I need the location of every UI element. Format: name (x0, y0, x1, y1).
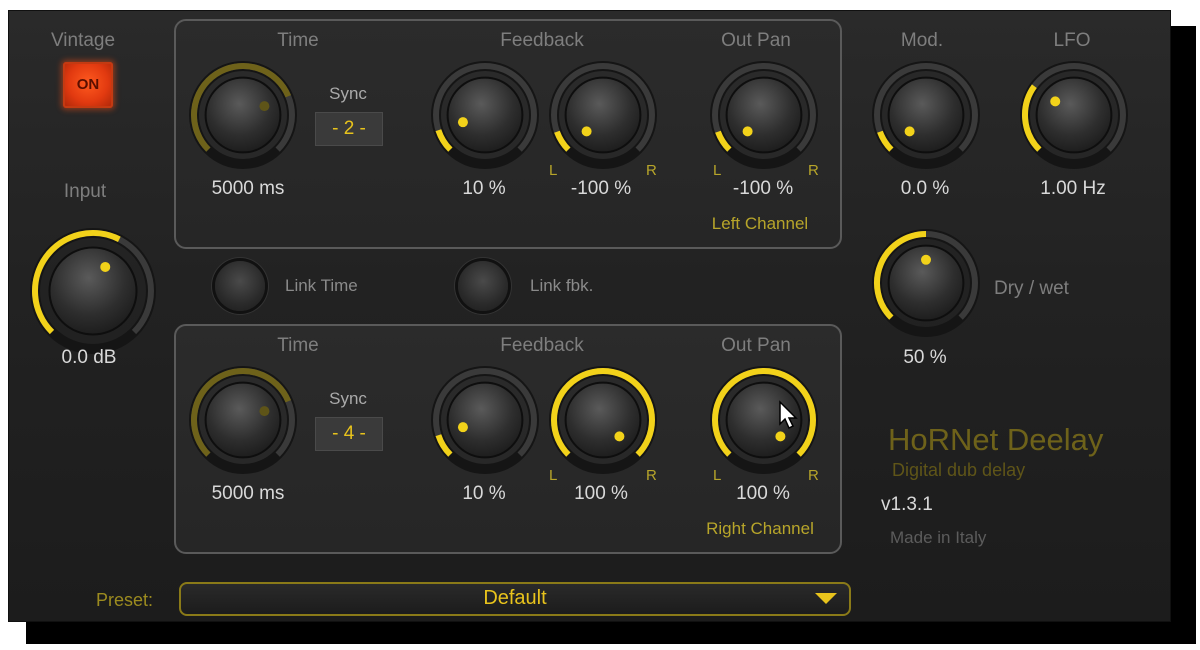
drywet-value: 50 % (903, 347, 947, 368)
left-time-value: 5000 ms (211, 178, 285, 199)
knob-indicator-dot (1050, 96, 1061, 107)
mod-value: 0.0 % (900, 178, 950, 199)
knob-indicator-dot (614, 431, 625, 442)
knob-cap (1035, 76, 1113, 154)
left-outpan-l-label: L (713, 162, 722, 179)
input-value: 0.0 dB (61, 347, 117, 368)
input-label: Input (63, 181, 107, 202)
left-pan-l-label: L (549, 162, 558, 179)
right-pan-knob[interactable] (548, 365, 658, 475)
right-time-value: 5000 ms (211, 483, 285, 504)
input-knob[interactable] (29, 227, 157, 355)
knob-cap (564, 76, 642, 154)
version-label: v1.3.1 (881, 494, 933, 515)
right-pan-value: 100 % (574, 483, 628, 504)
drywet-knob[interactable] (871, 228, 981, 338)
right-sync-label: Sync (329, 389, 367, 408)
left-time-label: Time (277, 30, 319, 51)
right-feedback-value: 10 % (462, 483, 506, 504)
left-outpan-value: -100 % (732, 178, 794, 199)
mouse-cursor-icon (779, 400, 798, 430)
preset-value: Default (483, 587, 547, 609)
link-time-button[interactable] (215, 261, 265, 311)
right-outpan-knob[interactable] (709, 365, 819, 475)
right-time-label: Time (277, 335, 319, 356)
right-pan-l-label: L (549, 467, 558, 484)
mod-knob[interactable] (871, 60, 981, 170)
made-in-label: Made in Italy (890, 528, 987, 547)
knob-indicator-dot (742, 126, 753, 137)
link-feedback-button[interactable] (458, 261, 508, 311)
knob-cap (887, 76, 965, 154)
right-feedback-knob[interactable] (430, 365, 540, 475)
knob-indicator-dot (581, 126, 592, 137)
knob-cap (446, 381, 524, 459)
knob-cap (446, 76, 524, 154)
knob-indicator-dot (775, 431, 786, 442)
knob-indicator-dot (259, 406, 270, 417)
brand-name: HoRNet Deelay (888, 422, 1104, 457)
link-time-label: Link Time (285, 276, 358, 295)
vintage-on-button[interactable]: ON (63, 62, 113, 108)
knob-cap (204, 76, 282, 154)
knob-indicator-dot (100, 261, 111, 272)
left-sync-selector[interactable]: - 2 - (315, 112, 383, 146)
left-outpan-r-label: R (808, 162, 819, 179)
right-outpan-label: Out Pan (721, 335, 791, 356)
right-pan-r-label: R (646, 467, 657, 484)
left-pan-value: -100 % (570, 178, 632, 199)
lfo-label: LFO (1053, 30, 1091, 51)
preset-label: Preset: (96, 590, 154, 610)
plugin-window: Vintage ON Input 0.0 dB Time 5000 ms Syn… (8, 10, 1171, 622)
left-feedback-knob[interactable] (430, 60, 540, 170)
chevron-down-icon[interactable] (815, 593, 837, 604)
left-channel-label: Left Channel (711, 214, 809, 233)
knob-indicator-dot (457, 422, 468, 433)
left-feedback-label: Feedback (500, 30, 584, 51)
left-time-knob[interactable] (188, 60, 298, 170)
vintage-label: Vintage (50, 30, 116, 51)
left-feedback-value: 10 % (462, 178, 506, 199)
left-outpan-label: Out Pan (721, 30, 791, 51)
right-feedback-label: Feedback (500, 335, 584, 356)
left-sync-label: Sync (329, 84, 367, 103)
right-time-knob[interactable] (188, 365, 298, 475)
knob-indicator-dot (904, 126, 915, 137)
knob-indicator-dot (921, 254, 931, 265)
link-feedback-label: Link fbk. (530, 276, 594, 295)
brand-subtitle: Digital dub delay (892, 460, 1026, 480)
right-outpan-r-label: R (808, 467, 819, 484)
left-pan-r-label: R (646, 162, 657, 179)
left-outpan-knob[interactable] (709, 60, 819, 170)
knob-indicator-dot (457, 117, 468, 128)
knob-cap (725, 76, 803, 154)
lfo-value: 1.00 Hz (1040, 178, 1106, 199)
knob-cap (564, 381, 642, 459)
knob-indicator-dot (259, 101, 270, 112)
preset-dropdown[interactable]: Default (179, 582, 851, 616)
knob-cap (48, 246, 138, 336)
right-channel-label: Right Channel (706, 519, 814, 538)
right-outpan-l-label: L (713, 467, 722, 484)
right-sync-selector[interactable]: - 4 - (315, 417, 383, 451)
right-outpan-value: 100 % (736, 483, 790, 504)
left-pan-knob[interactable] (548, 60, 658, 170)
knob-cap (204, 381, 282, 459)
drywet-label: Dry / wet (994, 278, 1069, 299)
mod-label: Mod. (900, 30, 944, 51)
lfo-knob[interactable] (1019, 60, 1129, 170)
